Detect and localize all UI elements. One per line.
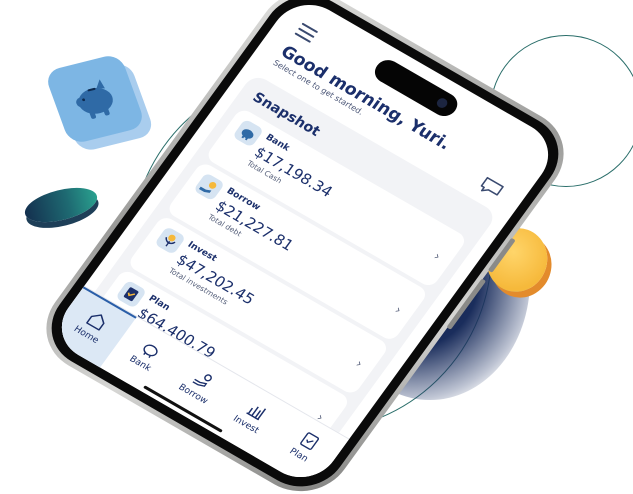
decorative-coin-disc — [21, 181, 101, 229]
bar-chart-icon — [245, 406, 266, 421]
piggy-bank-tile-decoration — [43, 52, 147, 146]
piggy-bank-icon — [232, 118, 265, 148]
hand-coin-icon — [193, 172, 226, 202]
chevron-right-icon: › — [392, 302, 405, 317]
piggy-bank-icon — [142, 344, 158, 358]
checklist-icon — [299, 432, 319, 450]
camera-lens — [434, 96, 450, 110]
plant-coin-icon — [154, 226, 187, 255]
chat-icon[interactable] — [476, 175, 506, 201]
hand-coin-icon — [192, 374, 212, 387]
marketing-illustration: Good morning, Yuri. Select one to get st… — [0, 0, 633, 494]
piggy-bank-icon — [76, 79, 113, 119]
home-icon — [85, 314, 105, 331]
chevron-right-icon: › — [431, 249, 444, 264]
chevron-right-icon: › — [353, 356, 366, 371]
menu-icon[interactable] — [292, 22, 319, 47]
planner-icon — [115, 279, 148, 309]
